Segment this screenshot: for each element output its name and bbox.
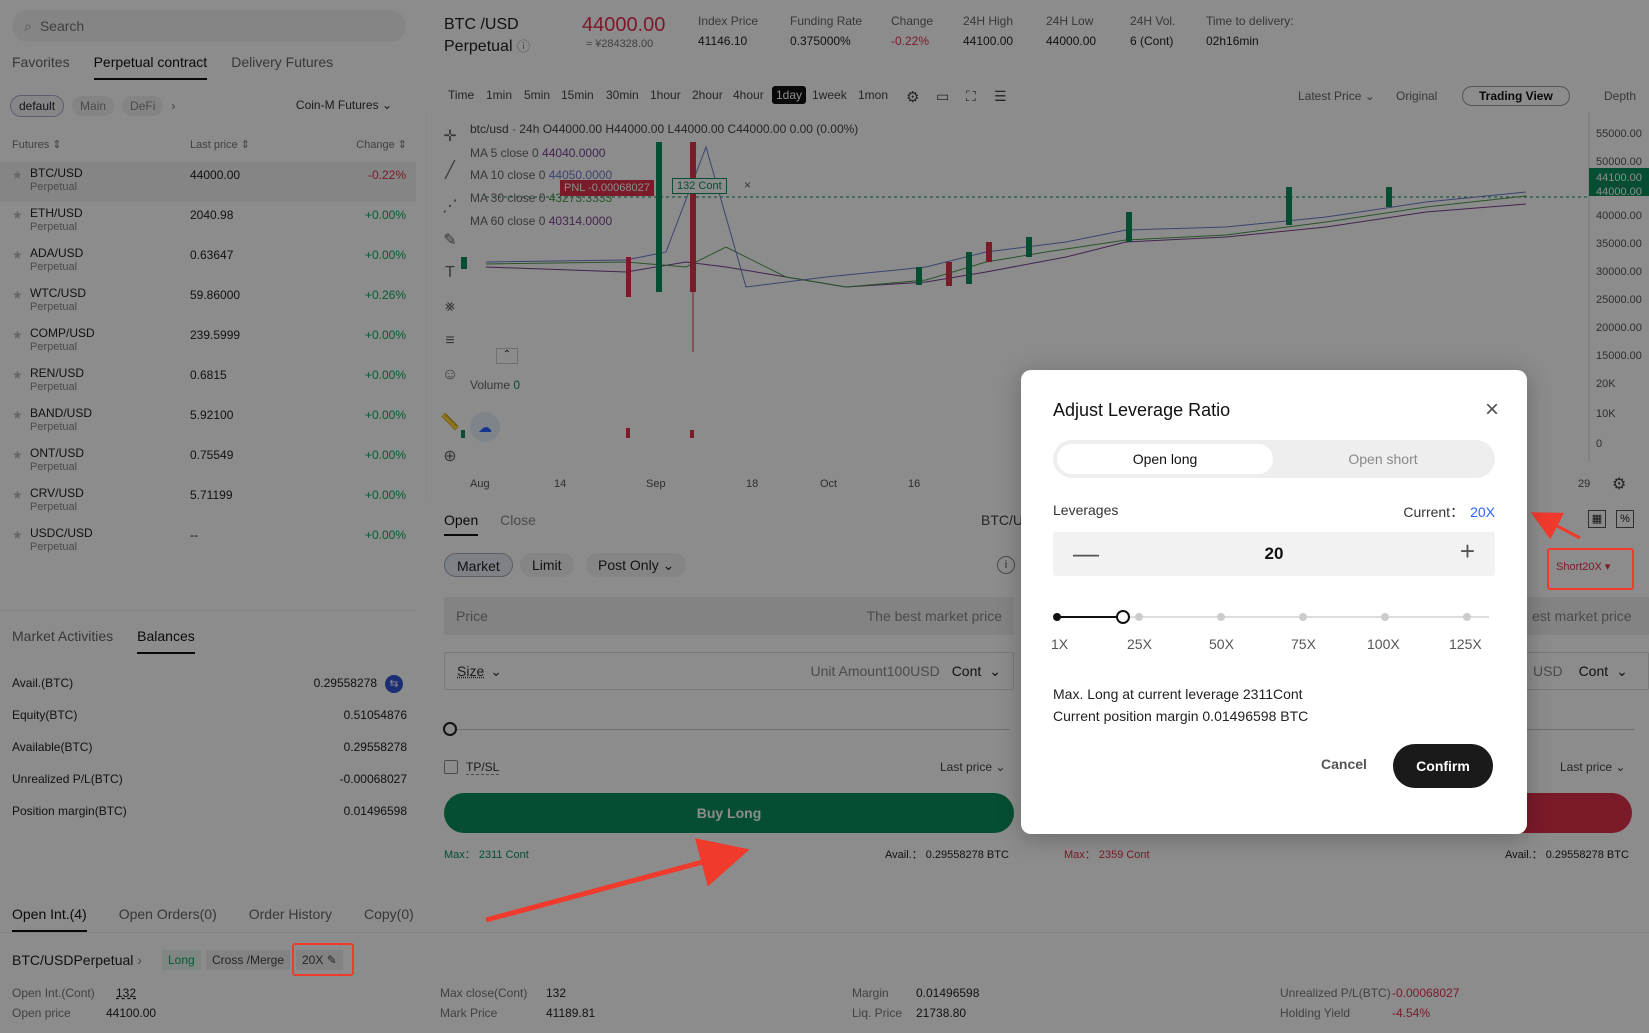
toggle-open-long[interactable]: Open long <box>1057 444 1273 474</box>
modal-title: Adjust Leverage Ratio <box>1053 400 1231 420</box>
slider-mark[interactable] <box>1217 613 1225 621</box>
arrow-to-current <box>1530 512 1581 540</box>
current-value: 20X <box>1470 504 1495 520</box>
margin-info: Current position margin 0.01496598 BTC <box>1053 708 1309 724</box>
side-toggle: Open long Open short <box>1053 440 1495 478</box>
leverage-slider-thumb[interactable] <box>1116 610 1130 624</box>
slider-mark[interactable] <box>1135 613 1143 621</box>
arrow-to-buy <box>485 838 750 923</box>
plus-icon[interactable]: + <box>1460 536 1475 567</box>
mark-label: 100X <box>1367 636 1400 652</box>
slider-mark[interactable] <box>1381 613 1389 621</box>
mark-label: 50X <box>1209 636 1234 652</box>
slider-mark[interactable] <box>1463 613 1471 621</box>
mark-label: 125X <box>1449 636 1482 652</box>
mark-label: 75X <box>1291 636 1316 652</box>
slider-mark[interactable] <box>1299 613 1307 621</box>
close-icon[interactable]: × <box>1485 396 1499 424</box>
leverage-value[interactable]: 20 <box>1053 544 1495 564</box>
confirm-button[interactable]: Confirm <box>1393 744 1493 788</box>
slider-mark[interactable] <box>1053 613 1061 621</box>
mark-label: 1X <box>1051 636 1069 652</box>
leverage-stepper: — 20 + <box>1053 532 1495 576</box>
max-long-info: Max. Long at current leverage 2311Cont <box>1053 686 1303 702</box>
toggle-open-short[interactable]: Open short <box>1275 444 1491 474</box>
mark-label: 25X <box>1127 636 1152 652</box>
leverages-label: Leverages <box>1053 502 1119 518</box>
leverage-modal: Adjust Leverage Ratio × Open long Open s… <box>1021 370 1527 834</box>
current-leverage: Current： 20X <box>1403 502 1495 522</box>
current-label: Current： <box>1403 504 1465 520</box>
cancel-button[interactable]: Cancel <box>1321 756 1367 772</box>
leverage-slider-fill <box>1057 616 1124 618</box>
